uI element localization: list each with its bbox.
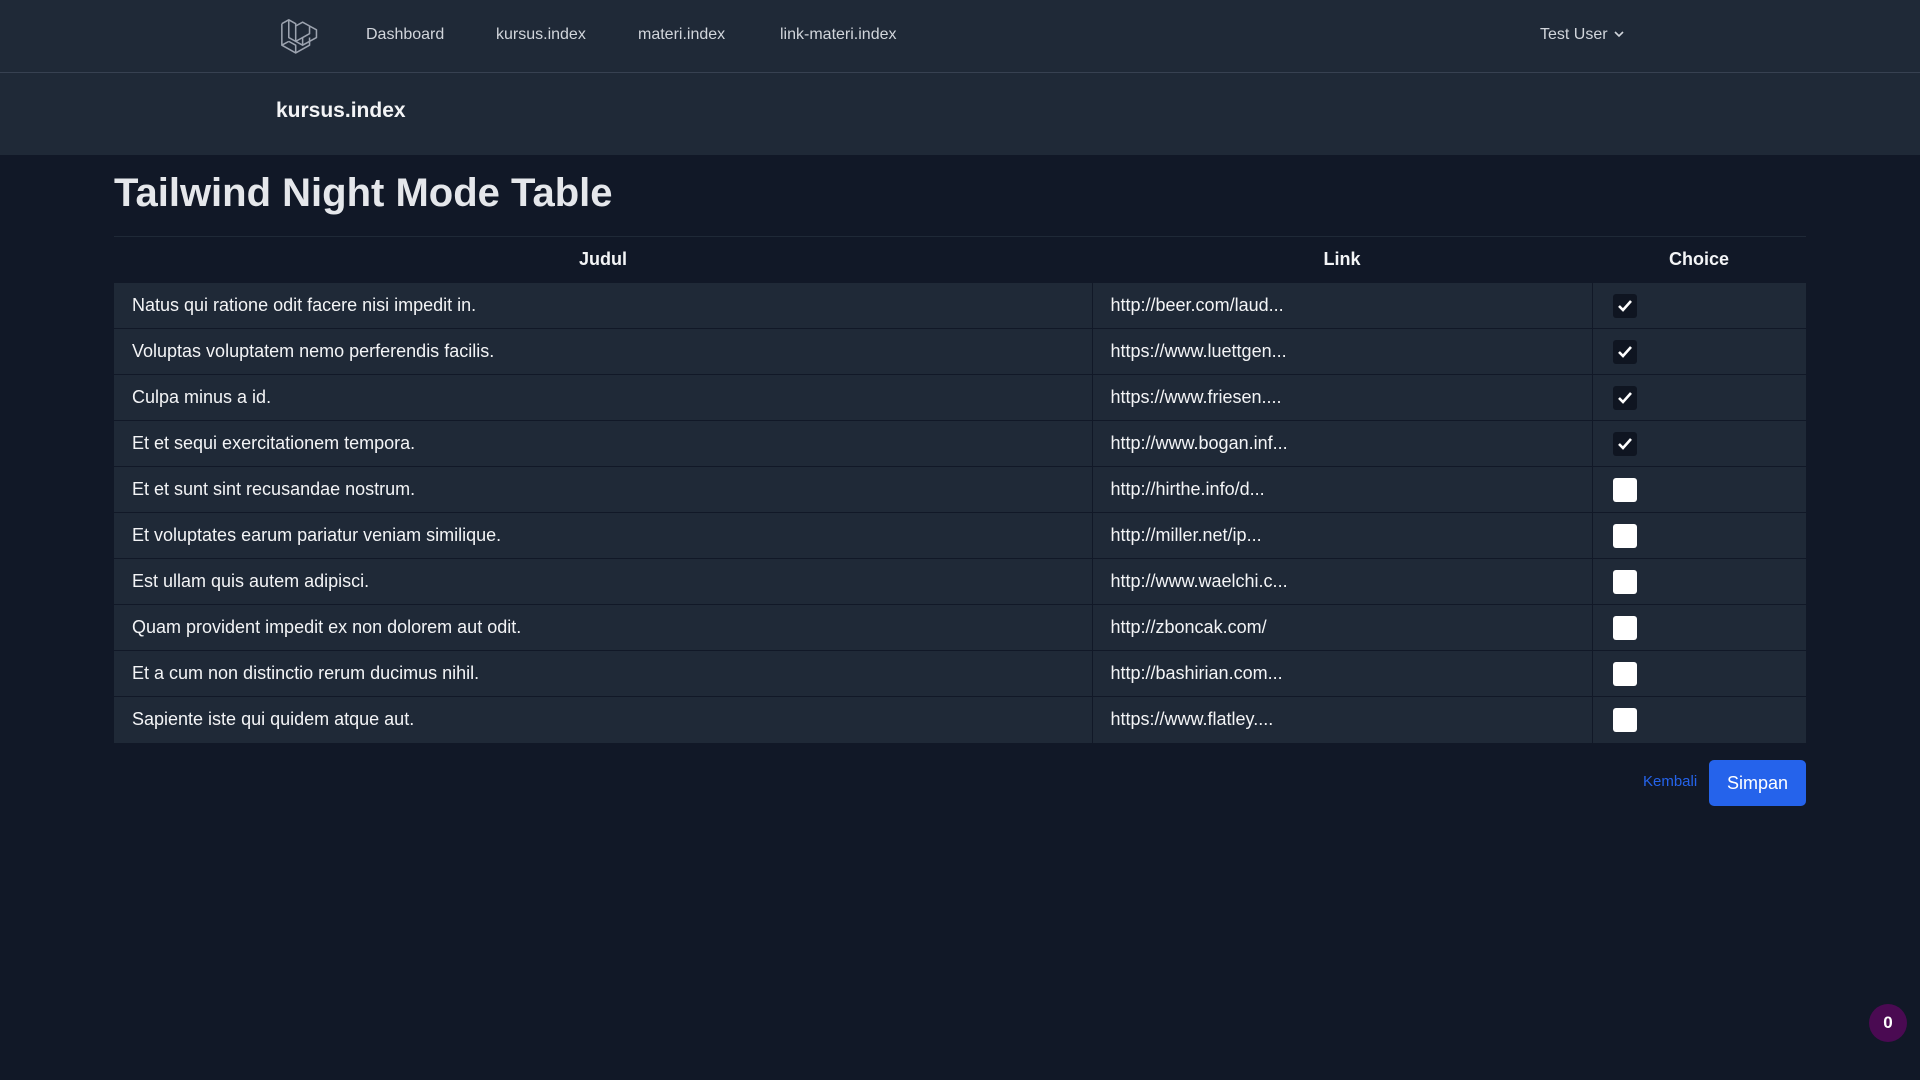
table-row: Culpa minus a id. https://www.friesen.... <box>114 374 1806 421</box>
cell-judul: Quam provident impedit ex non dolorem au… <box>132 617 522 637</box>
cell-choice <box>1591 466 1806 513</box>
choice-checkbox[interactable] <box>1612 339 1637 364</box>
cell-choice <box>1591 558 1806 605</box>
choice-checkbox[interactable] <box>1612 615 1637 640</box>
cell-link: http://beer.com/laud... <box>1091 282 1592 329</box>
choice-checkbox[interactable] <box>1612 661 1637 686</box>
cell-link: http://miller.net/ip... <box>1091 512 1592 559</box>
data-table: Judul Link Choice Natus qui ratione odit… <box>114 236 1806 743</box>
top-navigation: Dashboard kursus.index materi.index link… <box>0 0 1920 73</box>
table-row: Et a cum non distinctio rerum ducimus ni… <box>114 650 1806 697</box>
cell-judul: Sapiente iste qui quidem atque aut. <box>132 709 415 730</box>
cell-link: https://www.friesen.... <box>1091 374 1592 421</box>
cell-judul: Et a cum non distinctio rerum ducimus ni… <box>132 663 480 683</box>
table-row: Est ullam quis autem adipisci. http://www… <box>114 558 1806 605</box>
table-row: Et et sunt sint recusandae nostrum. http:… <box>114 466 1806 513</box>
cell-link: http://www.bogan.inf... <box>1091 420 1592 467</box>
nav-link-dashboard[interactable]: Dashboard <box>366 26 444 44</box>
table-row: Natus qui ratione odit facere nisi imped… <box>114 282 1806 329</box>
choice-checkbox[interactable] <box>1612 385 1637 410</box>
cell-judul: Natus qui ratione odit facere nisi imped… <box>132 295 477 315</box>
choice-checkbox[interactable] <box>1612 431 1637 456</box>
nav-link-link-materi-index[interactable]: link-materi.index <box>780 26 896 44</box>
cell-link: http://hirthe.info/d... <box>1091 466 1592 513</box>
page-heading: kursus.index <box>276 99 406 122</box>
page-title: Tailwind Night Mode Table <box>114 171 613 215</box>
page-header: kursus.index <box>0 73 1920 155</box>
back-link[interactable]: Kembali <box>1643 773 1697 790</box>
counter-badge[interactable]: 0 <box>1869 1004 1907 1042</box>
cell-choice <box>1591 328 1806 375</box>
user-name: Test User <box>1540 26 1608 43</box>
cell-link: https://www.flatley.... <box>1091 696 1592 743</box>
checkmark-icon <box>1617 345 1632 358</box>
chevron-down-icon <box>1614 31 1624 38</box>
cell-judul: Et et sequi exercitationem tempora. <box>132 433 416 453</box>
cell-judul: Et voluptates earum pariatur veniam simi… <box>132 525 502 545</box>
cell-choice <box>1591 282 1806 329</box>
column-header-choice: Choice <box>1592 236 1806 283</box>
cell-choice <box>1591 374 1806 421</box>
cell-link: https://www.luettgen... <box>1091 328 1592 375</box>
data-table-container: Judul Link Choice Natus qui ratione odit… <box>114 236 1806 743</box>
cell-choice <box>1591 696 1806 743</box>
choice-checkbox[interactable] <box>1612 707 1637 732</box>
cell-link: http://bashirian.com... <box>1091 650 1592 697</box>
laravel-logo-icon[interactable] <box>278 16 318 56</box>
table-row: Et et sequi exercitationem tempora. http:… <box>114 420 1806 467</box>
column-header-judul: Judul <box>114 236 1092 283</box>
nav-link-materi-index[interactable]: materi.index <box>638 26 725 44</box>
cell-judul: Culpa minus a id. <box>132 387 272 407</box>
cell-choice <box>1591 420 1806 467</box>
cell-choice <box>1591 604 1806 651</box>
cell-judul: Et et sunt sint recusandae nostrum. <box>132 479 416 499</box>
cell-judul: Est ullam quis autem adipisci. <box>132 571 370 591</box>
choice-checkbox[interactable] <box>1612 477 1637 502</box>
table-body: Natus qui ratione odit facere nisi imped… <box>114 282 1806 743</box>
nav-link-kursus-index[interactable]: kursus.index <box>496 26 586 44</box>
table-row: Sapiente iste qui quidem atque aut. https… <box>114 696 1806 743</box>
cell-link: http://zboncak.com/ <box>1091 604 1592 651</box>
save-button[interactable]: Simpan <box>1709 760 1806 806</box>
column-header-link: Link <box>1092 236 1592 283</box>
checkmark-icon <box>1617 391 1632 404</box>
cell-choice <box>1591 512 1806 559</box>
cell-judul: Voluptas voluptatem nemo perferendis fac… <box>132 341 495 361</box>
table-row: Quam provident impedit ex non dolorem au… <box>114 604 1806 651</box>
user-menu-dropdown[interactable]: Test User <box>1540 26 1624 44</box>
choice-checkbox[interactable] <box>1612 569 1637 594</box>
choice-checkbox[interactable] <box>1612 293 1637 318</box>
table-header-row: Judul Link Choice <box>114 236 1806 283</box>
checkmark-icon <box>1617 437 1632 450</box>
choice-checkbox[interactable] <box>1612 523 1637 548</box>
table-row: Voluptas voluptatem nemo perferendis fac… <box>114 328 1806 375</box>
table-row: Et voluptates earum pariatur veniam simi… <box>114 512 1806 559</box>
cell-link: http://www.waelchi.c... <box>1091 558 1592 605</box>
checkmark-icon <box>1617 299 1632 312</box>
cell-choice <box>1591 650 1806 697</box>
